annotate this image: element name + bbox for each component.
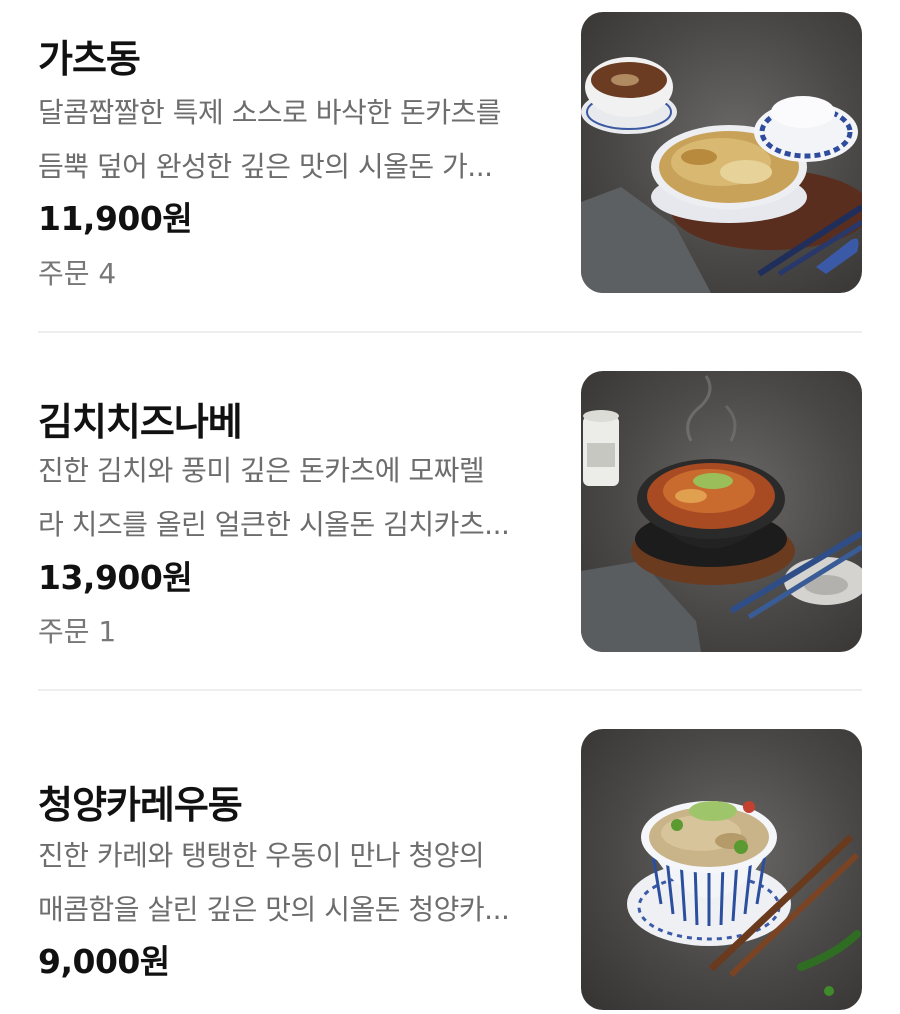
menu-list: 가츠동 달콤짭짤한 특제 소스로 바삭한 돈카츠를 듬뿍 덮어 완성한 깊은 맛…: [0, 0, 900, 1014]
menu-item-description: 진한 김치와 풍미 깊은 돈카츠에 모짜렐 라 치즈를 올린 얼큰한 시올돈 김…: [38, 444, 538, 552]
menu-item-price: 13,900원: [38, 558, 193, 597]
menu-item-name: 청양카레우동: [38, 783, 243, 827]
menu-item-order-count: 주문 4: [38, 257, 117, 290]
menu-item-description: 달콤짭짤한 특제 소스로 바삭한 돈카츠를 듬뿍 덮어 완성한 깊은 맛의 시올…: [38, 86, 538, 194]
curry-udon-photo-illustration: [627, 801, 861, 996]
menu-item-order-count: 주문 1: [38, 615, 117, 648]
description-line: 달콤짭짤한 특제 소스로 바삭한 돈카츠를: [38, 96, 502, 129]
menu-item-gatsudong[interactable]: 가츠동 달콤짭짤한 특제 소스로 바삭한 돈카츠를 듬뿍 덮어 완성한 깊은 맛…: [0, 0, 900, 332]
menu-item-price: 11,900원: [38, 199, 193, 238]
description-line: 진한 김치와 풍미 깊은 돈카츠에 모짜렐: [38, 454, 485, 487]
menu-item-photo[interactable]: [581, 729, 862, 1010]
description-line: 듬뿍 덮어 완성한 깊은 맛의 시올돈 가...: [38, 150, 493, 183]
menu-item-name: 가츠동: [38, 37, 141, 81]
description-line: 진한 카레와 탱탱한 우동이 만나 청양의: [38, 839, 485, 872]
menu-item-photo[interactable]: [581, 371, 862, 652]
description-line: 매콤함을 살린 깊은 맛의 시올돈 청양카...: [38, 893, 510, 926]
menu-item-description: 진한 카레와 탱탱한 우동이 만나 청양의 매콤함을 살린 깊은 맛의 시올돈 …: [38, 829, 538, 937]
menu-item-name: 김치치즈나베: [38, 400, 243, 444]
katsudon-photo-illustration: [581, 57, 862, 293]
nabe-photo-illustration: [581, 375, 862, 652]
menu-item-cheongyang-curry-udon[interactable]: 청양카레우동 진한 카레와 탱탱한 우동이 만나 청양의 매콤함을 살린 깊은 …: [0, 691, 900, 1014]
menu-item-price: 9,000원: [38, 942, 170, 981]
menu-item-kimchi-cheese-nabe[interactable]: 김치치즈나베 진한 김치와 풍미 깊은 돈카츠에 모짜렐 라 치즈를 올린 얼큰…: [0, 333, 900, 690]
description-line: 라 치즈를 올린 얼큰한 시올돈 김치카츠...: [38, 508, 510, 541]
menu-item-photo[interactable]: [581, 12, 862, 293]
